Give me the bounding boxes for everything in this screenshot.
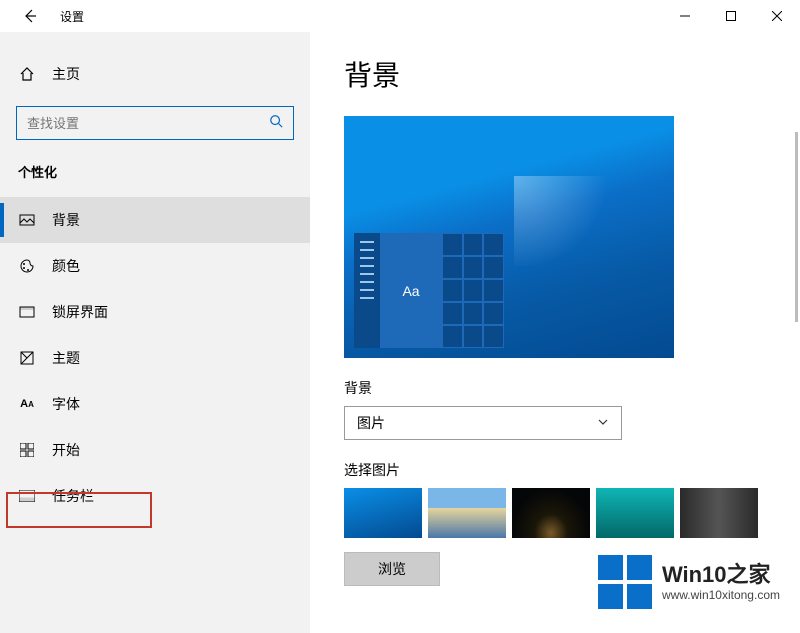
background-type-dropdown[interactable]: 图片 [344, 406, 622, 440]
watermark-url: www.win10xitong.com [662, 588, 780, 602]
picture-thumb[interactable] [596, 488, 674, 538]
font-icon: AA [18, 395, 36, 413]
window-title: 设置 [52, 8, 84, 25]
window-controls [662, 0, 800, 32]
close-button[interactable] [754, 0, 800, 32]
background-type-label: 背景 [344, 378, 770, 398]
sidebar-item-colors[interactable]: 颜色 [0, 243, 310, 289]
sidebar: 主页 个性化 背景 颜色 锁屏界面 [0, 32, 310, 633]
maximize-button[interactable] [708, 0, 754, 32]
arrow-left-icon [22, 8, 38, 24]
taskbar-icon [18, 487, 36, 505]
search-box[interactable] [16, 106, 294, 140]
search-wrap [16, 106, 294, 140]
close-icon [772, 11, 782, 21]
background-preview: Aa [344, 116, 674, 358]
picture-thumb[interactable] [680, 488, 758, 538]
content-pane: 背景 Aa 背景 图片 选择图片 [310, 32, 800, 633]
sidebar-section-title: 个性化 [0, 158, 310, 197]
titlebar-left: 设置 [0, 0, 84, 32]
palette-icon [18, 257, 36, 275]
sidebar-item-label: 锁屏界面 [52, 302, 108, 322]
minimize-button[interactable] [662, 0, 708, 32]
sidebar-item-fonts[interactable]: AA 字体 [0, 381, 310, 427]
minimize-icon [680, 11, 690, 21]
preview-sample-text: Aa [402, 283, 419, 299]
sidebar-item-label: 主题 [52, 348, 80, 368]
chevron-down-icon [597, 415, 609, 431]
choose-picture-label: 选择图片 [344, 460, 770, 480]
titlebar: 设置 [0, 0, 800, 32]
search-icon [269, 114, 283, 133]
settings-window: 设置 主页 个性化 [0, 0, 800, 633]
picture-thumbnails [344, 488, 770, 538]
watermark-logo-icon [598, 555, 652, 609]
home-icon [18, 65, 36, 83]
image-icon [18, 211, 36, 229]
maximize-icon [726, 11, 736, 21]
sidebar-item-background[interactable]: 背景 [0, 197, 310, 243]
sidebar-item-label: 背景 [52, 210, 80, 230]
picture-thumb[interactable] [512, 488, 590, 538]
watermark-text: Win10之家 www.win10xitong.com [662, 562, 780, 603]
theme-icon [18, 349, 36, 367]
preview-start-mock: Aa [354, 233, 504, 348]
picture-thumb[interactable] [344, 488, 422, 538]
home-nav[interactable]: 主页 [0, 54, 310, 94]
sidebar-item-themes[interactable]: 主题 [0, 335, 310, 381]
dropdown-value: 图片 [357, 413, 385, 433]
watermark-title: Win10之家 [662, 562, 780, 588]
picture-thumb[interactable] [428, 488, 506, 538]
page-title: 背景 [344, 54, 770, 94]
back-button[interactable] [8, 0, 52, 32]
start-icon [18, 441, 36, 459]
window-body: 主页 个性化 背景 颜色 锁屏界面 [0, 32, 800, 633]
browse-button-label: 浏览 [378, 559, 406, 579]
home-label: 主页 [52, 64, 80, 84]
sidebar-item-label: 字体 [52, 394, 80, 414]
browse-button[interactable]: 浏览 [344, 552, 440, 586]
scrollbar[interactable] [795, 132, 798, 322]
sidebar-item-label: 颜色 [52, 256, 80, 276]
sidebar-item-lockscreen[interactable]: 锁屏界面 [0, 289, 310, 335]
sidebar-item-taskbar[interactable]: 任务栏 [0, 473, 310, 519]
watermark: Win10之家 www.win10xitong.com [588, 549, 790, 615]
sidebar-item-label: 任务栏 [52, 486, 94, 506]
lockscreen-icon [18, 303, 36, 321]
search-input[interactable] [27, 116, 247, 131]
sidebar-item-start[interactable]: 开始 [0, 427, 310, 473]
sidebar-item-label: 开始 [52, 440, 80, 460]
